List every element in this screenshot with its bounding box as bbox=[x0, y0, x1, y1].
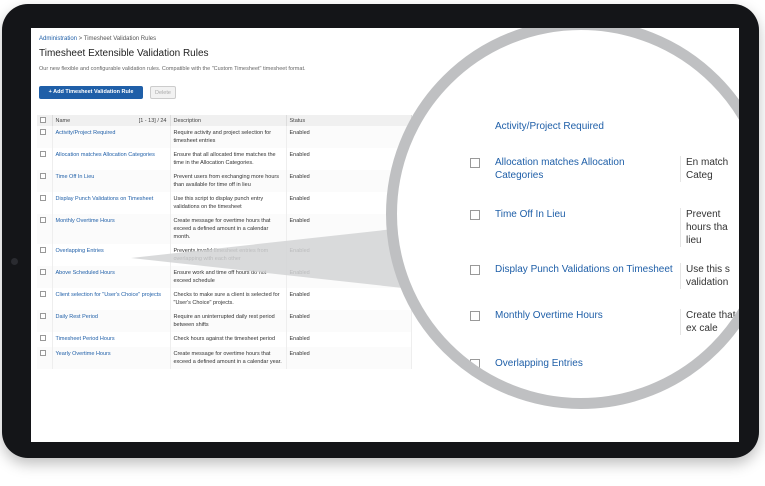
magnified-rule-name: Allocation matches Allocation Categories bbox=[495, 157, 625, 181]
magnified-rule-name: Time Off In Lieu bbox=[495, 209, 566, 220]
magnified-checkbox bbox=[470, 158, 480, 168]
magnified-checkbox bbox=[470, 210, 480, 220]
magnified-rule-name: Activity/Project Required bbox=[495, 121, 604, 132]
magnified-rule-name: Display Punch Validations on Timesheet bbox=[495, 264, 673, 275]
magnified-rule-name: Monthly Overtime Hours bbox=[495, 310, 603, 321]
app-screen: Administration > Timesheet Validation Ru… bbox=[31, 28, 739, 442]
magnified-rule-description: Create that ex cale bbox=[680, 309, 739, 335]
camera-dot bbox=[11, 258, 18, 265]
magnified-checkbox bbox=[470, 265, 480, 275]
magnified-rule-description: Prevent hours tha lieu bbox=[680, 208, 739, 247]
tablet-frame: Administration > Timesheet Validation Ru… bbox=[2, 4, 759, 458]
magnified-rule-description: Use this s validation bbox=[680, 263, 739, 289]
magnified-rule-description: En match Categ bbox=[680, 156, 739, 182]
magnified-checkbox bbox=[470, 359, 480, 369]
magnified-rule-name: Overlapping Entries bbox=[495, 358, 583, 369]
magnified-checkbox bbox=[470, 311, 480, 321]
